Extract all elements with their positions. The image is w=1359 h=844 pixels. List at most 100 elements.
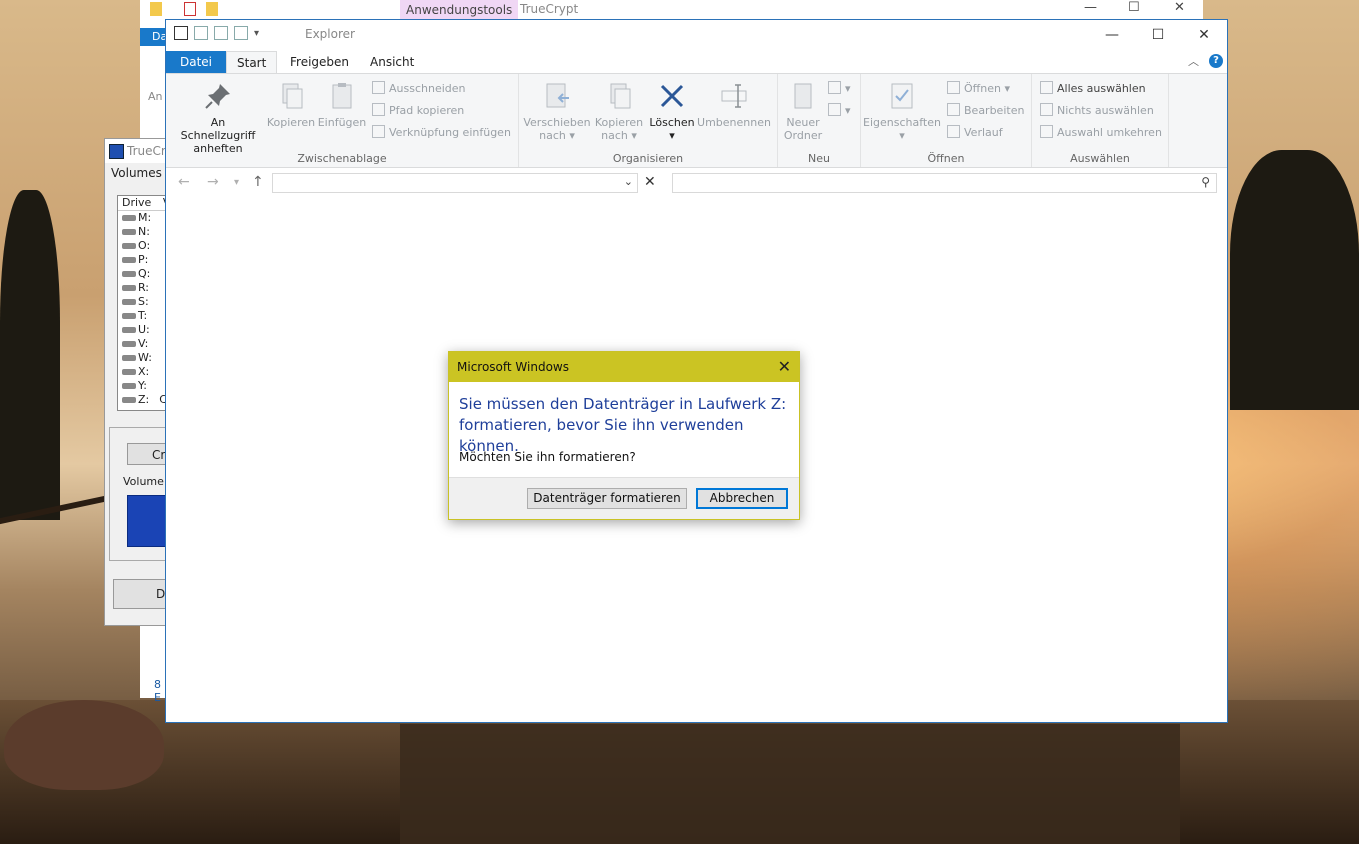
minimize-icon[interactable]: — [1089, 20, 1135, 50]
help-icon[interactable]: ? [1209, 54, 1223, 68]
list-item[interactable]: M: [118, 211, 167, 225]
dialog-titlebar[interactable]: Microsoft Windows ✕ [449, 352, 799, 382]
copy-to-button[interactable]: Kopieren nach ▾ [593, 80, 645, 142]
pin-label-fragment: An [148, 90, 163, 103]
checkmark-icon[interactable] [194, 26, 208, 40]
background-window-title: TrueCrypt [520, 2, 579, 16]
list-item[interactable]: X: [118, 365, 167, 379]
wallpaper-tree [1230, 150, 1359, 410]
group-open: Eigenschaften ▾ Öffnen ▾ Bearbeiten Verla… [861, 74, 1032, 167]
explorer-titlebar[interactable]: ▾ Explorer — ☐ ✕ [166, 20, 1227, 51]
open-icon [947, 81, 960, 94]
list-item[interactable]: U: [118, 323, 167, 337]
ribbon-tabs: Datei Start Freigeben Ansicht ︿ ? [166, 51, 1227, 74]
chevron-down-icon[interactable]: ▾ [254, 28, 259, 39]
file-tab-fragment[interactable]: Da [140, 28, 167, 46]
easy-access-button[interactable]: ▾ [828, 102, 851, 120]
chevron-down-icon[interactable]: ⌄ [624, 175, 633, 188]
address-bar[interactable]: ⌄ [272, 173, 638, 193]
copy-button[interactable]: Kopieren [266, 80, 316, 129]
chevron-down-icon[interactable]: ▾ [234, 177, 239, 188]
search-input[interactable]: ⚲ [672, 173, 1217, 193]
drive-list[interactable]: Drive V M: N: O: P: Q: R: S: T: U: V: W:… [117, 195, 167, 411]
list-item[interactable]: V: [118, 337, 167, 351]
contextual-tab-label[interactable]: Anwendungstools [400, 0, 519, 20]
cancel-button[interactable]: Abbrechen [696, 488, 788, 509]
truecrypt-titlebar[interactable]: TrueCry [105, 139, 167, 163]
cut-button[interactable]: Ausschneiden [372, 80, 466, 98]
tab-start[interactable]: Start [226, 51, 278, 74]
drive-icon [122, 383, 136, 389]
rename-button[interactable]: Umbenennen [697, 80, 771, 129]
close-icon[interactable]: ✕ [778, 352, 791, 382]
wallpaper-tree [0, 190, 60, 520]
copy-path-button[interactable]: Pfad kopieren [372, 102, 464, 120]
minimize-icon[interactable]: — [1084, 0, 1097, 15]
group-label: Neu [808, 152, 830, 165]
list-item[interactable]: Y: [118, 379, 167, 393]
dismount-button[interactable]: Di [113, 579, 167, 609]
paste-shortcut-button[interactable]: Verknüpfung einfügen [372, 124, 511, 142]
group-new: Neuer Ordner ▾ ▾ Neu [778, 74, 861, 167]
list-item[interactable]: W: [118, 351, 167, 365]
tab-ansicht[interactable]: Ansicht [360, 51, 424, 73]
drive-list-header[interactable]: Drive V [118, 196, 167, 211]
list-item[interactable]: N: [118, 225, 167, 239]
up-arrow-icon[interactable]: ↑ [252, 174, 264, 190]
move-to-button[interactable]: Verschieben nach ▾ [523, 80, 591, 142]
maximize-icon[interactable]: ☐ [1128, 0, 1140, 15]
close-icon[interactable]: ✕ [644, 174, 656, 190]
new-item-button[interactable]: ▾ [828, 80, 851, 98]
properties-button[interactable]: Eigenschaften ▾ [863, 80, 941, 142]
format-disk-button[interactable]: Datenträger formatieren [527, 488, 687, 509]
edit-button[interactable]: Bearbeiten [947, 102, 1024, 120]
drive-icon [122, 355, 136, 361]
list-item[interactable]: Q: [118, 267, 167, 281]
folder-icon [150, 2, 162, 16]
back-arrow-icon[interactable]: ← [178, 174, 190, 190]
close-icon[interactable]: ✕ [1181, 20, 1227, 50]
truecrypt-title: TrueCry [127, 144, 167, 158]
search-icon[interactable]: ⚲ [1201, 175, 1210, 189]
new-folder-icon[interactable] [214, 26, 228, 40]
scissors-icon [372, 81, 385, 94]
maximize-icon[interactable]: ☐ [1135, 20, 1181, 50]
column-drive[interactable]: Drive [122, 196, 151, 209]
wallpaper-rock [4, 700, 164, 790]
invert-selection-button[interactable]: Auswahl umkehren [1040, 124, 1162, 142]
new-folder-button[interactable]: Neuer Ordner [780, 80, 826, 142]
view-icon[interactable] [234, 26, 248, 40]
properties-icon[interactable] [174, 26, 188, 40]
drive-icon [122, 299, 136, 305]
forward-arrow-icon[interactable]: → [207, 174, 219, 190]
list-item[interactable]: O: [118, 239, 167, 253]
dialog-button-bar: Datenträger formatieren Abbrechen [449, 477, 799, 519]
paste-button[interactable]: Einfügen [316, 80, 368, 129]
ribbon: An Schnellzugriff anheften Kopieren Einfü… [166, 73, 1227, 168]
easy-access-icon [828, 103, 841, 116]
select-all-button[interactable]: Alles auswählen [1040, 80, 1146, 98]
list-item[interactable]: P: [118, 253, 167, 267]
copy-icon [282, 83, 303, 109]
close-icon[interactable]: ✕ [1174, 0, 1185, 15]
drive-icon [122, 257, 136, 263]
drive-icon [122, 369, 136, 375]
delete-button[interactable]: Löschen ▾ [649, 80, 695, 142]
pin-quick-access-button[interactable]: An Schnellzugriff anheften [172, 80, 264, 155]
list-item[interactable]: T: [118, 309, 167, 323]
drive-icon [122, 313, 136, 319]
list-item[interactable]: R: [118, 281, 167, 295]
select-none-button[interactable]: Nichts auswählen [1040, 102, 1154, 120]
new-folder-icon [794, 83, 812, 109]
list-item[interactable]: Z: C [118, 393, 167, 407]
tab-freigeben[interactable]: Freigeben [280, 51, 359, 73]
menu-volumes[interactable]: Volumes [105, 163, 167, 183]
list-item[interactable]: S: [118, 295, 167, 309]
window-title: Explorer [305, 27, 355, 41]
background-window-titlebar[interactable]: Anwendungstools TrueCrypt — ☐ ✕ [140, 0, 1203, 21]
create-volume-button[interactable]: Cr [127, 443, 167, 465]
chevron-up-icon[interactable]: ︿ [1188, 53, 1199, 69]
open-button[interactable]: Öffnen ▾ [947, 80, 1010, 98]
history-button[interactable]: Verlauf [947, 124, 1003, 142]
tab-datei[interactable]: Datei [166, 51, 227, 73]
